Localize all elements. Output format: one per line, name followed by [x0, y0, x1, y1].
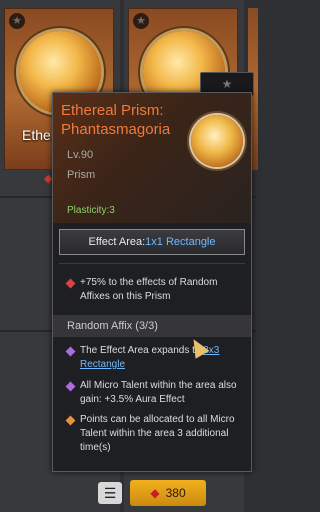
random-affix: All Micro Talent within the area also ga…: [65, 379, 243, 407]
random-affix: The Effect Area expands to 3x3 Rectangle: [65, 344, 243, 372]
affix-text: The Effect Area expands to 3x3 Rectangle: [80, 345, 220, 370]
favorite-star-icon[interactable]: ★: [9, 13, 25, 29]
item-type: Prism: [67, 169, 96, 181]
menu-icon: ☰: [103, 485, 117, 501]
divider: [59, 263, 245, 264]
effect-area-box: Effect Area:1x1 Rectangle: [59, 229, 245, 255]
affix-text: Points can be allocated to all Micro Tal…: [80, 414, 235, 453]
effect-area-value: 1x1 Rectangle: [145, 236, 216, 248]
plasticity-value: Plasticity:3: [67, 205, 115, 216]
item-level: Lv.90: [67, 149, 94, 161]
prism-item-icon: [191, 115, 243, 167]
favorite-star-icon[interactable]: ★: [133, 13, 149, 29]
menu-button[interactable]: ☰: [98, 482, 122, 504]
base-affix: +75% to the effects of Random Affixes on…: [65, 276, 243, 304]
random-affix-header: Random Affix (3/3): [53, 315, 251, 337]
affix-text: All Micro Talent within the area also ga…: [80, 380, 237, 405]
red-diamond-icon: [65, 278, 76, 289]
item-tooltip: Ethereal Prism: Phantasmagoria Lv.90 Pri…: [52, 92, 252, 472]
purple-diamond-icon: [65, 346, 76, 357]
buy-button[interactable]: ◆ 380: [130, 480, 206, 506]
price-value: 380: [165, 486, 186, 500]
orange-diamond-icon: [65, 415, 76, 426]
effect-area-label: Effect Area:: [88, 236, 146, 248]
random-affix: Points can be allocated to all Micro Tal…: [65, 413, 243, 455]
tooltip-title: Ethereal Prism: Phantasmagoria: [61, 102, 171, 138]
base-affix-text: +75% to the effects of Random Affixes on…: [80, 277, 218, 302]
red-gem-icon: ◆: [150, 486, 160, 500]
tooltip-header: Ethereal Prism: Phantasmagoria Lv.90 Pri…: [53, 93, 251, 223]
purple-diamond-icon: [65, 381, 76, 392]
